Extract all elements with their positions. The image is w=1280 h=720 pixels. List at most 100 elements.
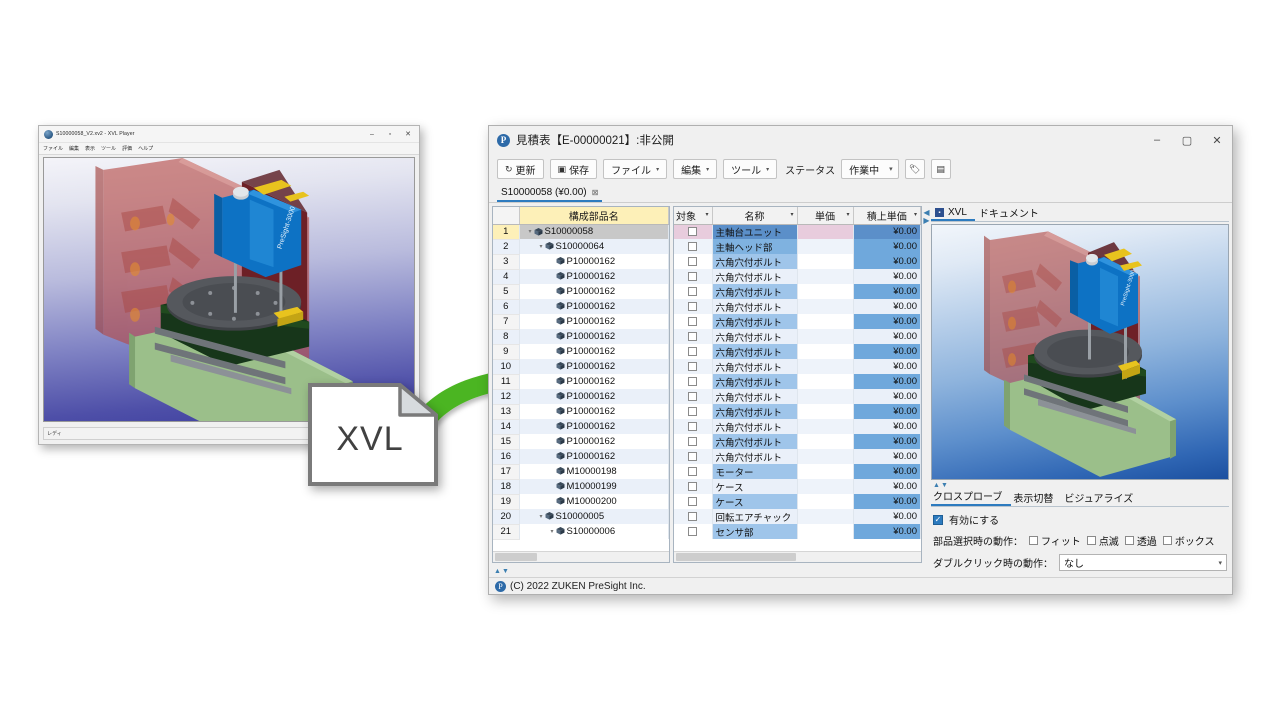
scrollbar-thumb[interactable] xyxy=(676,553,796,561)
sum-price-cell[interactable]: ¥0.00 xyxy=(853,239,921,254)
name-cell[interactable]: 六角穴付ボルト xyxy=(712,269,797,284)
name-cell[interactable]: 六角穴付ボルト xyxy=(712,344,797,359)
table-row[interactable]: 六角穴付ボルト ¥0.00 xyxy=(674,359,921,374)
name-cell[interactable]: 六角穴付ボルト xyxy=(712,389,797,404)
table-row[interactable]: 4P10000162 xyxy=(493,269,669,284)
target-checkbox[interactable] xyxy=(688,287,697,296)
table-row[interactable]: 15P10000162 xyxy=(493,434,669,449)
name-cell[interactable]: モーター xyxy=(712,464,797,479)
expand-right-icon[interactable]: ▶ xyxy=(923,217,929,224)
target-cell[interactable] xyxy=(674,299,712,314)
structure-part-name-cell[interactable]: P10000162 xyxy=(519,434,669,449)
status-dropdown[interactable]: 作業中 ▾ xyxy=(841,159,899,179)
name-cell[interactable]: 六角穴付ボルト xyxy=(712,434,797,449)
unit-price-cell[interactable] xyxy=(797,224,853,239)
table-row[interactable]: 六角穴付ボルト ¥0.00 xyxy=(674,269,921,284)
structure-part-name-cell[interactable]: P10000162 xyxy=(519,449,669,464)
structure-part-name-cell[interactable]: P10000162 xyxy=(519,389,669,404)
target-cell[interactable] xyxy=(674,254,712,269)
structure-part-name-cell[interactable]: P10000162 xyxy=(519,344,669,359)
row-number[interactable]: 5 xyxy=(493,284,519,299)
structure-part-name-cell[interactable]: M10000200 xyxy=(519,494,669,509)
structure-col-partname[interactable]: 構成部品名 xyxy=(519,207,669,224)
table-row[interactable]: 6P10000162 xyxy=(493,299,669,314)
structure-part-name-cell[interactable]: ▾S10000005 xyxy=(519,509,669,524)
table-row[interactable]: 9P10000162 xyxy=(493,344,669,359)
target-cell[interactable] xyxy=(674,269,712,284)
table-row[interactable]: 11P10000162 xyxy=(493,374,669,389)
table-row[interactable]: 六角穴付ボルト¥0.00 xyxy=(674,404,921,419)
name-cell[interactable]: 六角穴付ボルト xyxy=(712,314,797,329)
target-checkbox[interactable] xyxy=(688,467,697,476)
row-number[interactable]: 3 xyxy=(493,254,519,269)
sum-price-cell[interactable]: ¥0.00 xyxy=(853,314,921,329)
sum-price-cell[interactable]: ¥0.00 xyxy=(853,419,921,434)
target-checkbox[interactable] xyxy=(688,377,697,386)
target-checkbox[interactable] xyxy=(688,452,697,461)
tool-menu-button[interactable]: ツール ▾ xyxy=(723,159,777,179)
target-cell[interactable] xyxy=(674,449,712,464)
target-cell[interactable] xyxy=(674,509,712,524)
option-fit[interactable]: フィット xyxy=(1029,533,1081,548)
maximize-button[interactable]: ▢ xyxy=(1172,126,1202,154)
collapse-down-icon[interactable]: ▼ xyxy=(502,568,509,575)
table-row[interactable]: 7P10000162 xyxy=(493,314,669,329)
table-row[interactable]: 19M10000200 xyxy=(493,494,669,509)
table-row[interactable]: 六角穴付ボルト¥0.00 xyxy=(674,419,921,434)
table-row[interactable]: 2▾S10000064 xyxy=(493,239,669,254)
structure-part-name-cell[interactable]: P10000162 xyxy=(519,299,669,314)
sum-price-cell[interactable]: ¥0.00 xyxy=(853,269,921,284)
detail-col-unitprice[interactable]: 単価 xyxy=(797,207,853,224)
unit-price-cell[interactable] xyxy=(797,464,853,479)
row-number[interactable]: 19 xyxy=(493,494,519,509)
option-blink[interactable]: 点滅 xyxy=(1087,533,1119,548)
target-checkbox[interactable] xyxy=(688,512,697,521)
table-row[interactable]: 六角穴付ボルト ¥0.00 xyxy=(674,314,921,329)
minimize-icon[interactable]: – xyxy=(363,126,381,142)
table-row[interactable]: 8P10000162 xyxy=(493,329,669,344)
sum-price-cell[interactable]: ¥0.00 xyxy=(853,359,921,374)
menu-view[interactable]: 表示 xyxy=(85,145,95,152)
blink-checkbox[interactable] xyxy=(1087,536,1096,545)
table-row[interactable]: 1▾S10000058 xyxy=(493,224,669,239)
name-cell[interactable]: ケース xyxy=(712,479,797,494)
sum-price-cell[interactable]: ¥0.00 xyxy=(853,224,921,239)
unit-price-cell[interactable] xyxy=(797,359,853,374)
unit-price-cell[interactable] xyxy=(797,419,853,434)
unit-price-cell[interactable] xyxy=(797,254,853,269)
sum-price-cell[interactable]: ¥0.00 xyxy=(853,404,921,419)
target-checkbox[interactable] xyxy=(688,347,697,356)
row-number[interactable]: 16 xyxy=(493,449,519,464)
unit-price-cell[interactable] xyxy=(797,479,853,494)
unit-price-cell[interactable] xyxy=(797,239,853,254)
target-cell[interactable] xyxy=(674,389,712,404)
target-cell[interactable] xyxy=(674,494,712,509)
table-row[interactable]: 六角穴付ボルト¥0.00 xyxy=(674,449,921,464)
table-row[interactable]: 12P10000162 xyxy=(493,389,669,404)
unit-price-cell[interactable] xyxy=(797,329,853,344)
table-row[interactable]: 六角穴付ボルト¥0.00 xyxy=(674,374,921,389)
grid-resize-handles[interactable]: ▲ ▼ xyxy=(492,566,922,577)
table-row[interactable]: 六角穴付ボルト¥0.00 xyxy=(674,329,921,344)
close-tab-icon[interactable]: ⊠ xyxy=(592,188,599,197)
structure-part-name-cell[interactable]: M10000199 xyxy=(519,479,669,494)
structure-part-name-cell[interactable]: M10000198 xyxy=(519,464,669,479)
target-cell[interactable] xyxy=(674,404,712,419)
target-cell[interactable] xyxy=(674,374,712,389)
structure-part-name-cell[interactable]: P10000162 xyxy=(519,404,669,419)
unit-price-cell[interactable] xyxy=(797,494,853,509)
refresh-button[interactable]: ↻ 更新 xyxy=(497,159,544,179)
row-number[interactable]: 15 xyxy=(493,434,519,449)
row-number[interactable]: 10 xyxy=(493,359,519,374)
option-box[interactable]: ボックス xyxy=(1163,533,1215,548)
target-cell[interactable] xyxy=(674,464,712,479)
detail-col-target[interactable]: 対象 xyxy=(674,207,712,224)
name-cell[interactable]: 六角穴付ボルト xyxy=(712,359,797,374)
unit-price-cell[interactable] xyxy=(797,404,853,419)
target-checkbox[interactable] xyxy=(688,242,697,251)
row-number[interactable]: 9 xyxy=(493,344,519,359)
tab-xvl[interactable]: ▪ XVL xyxy=(931,207,975,221)
target-checkbox[interactable] xyxy=(688,437,697,446)
collapse-up-icon[interactable]: ▲ xyxy=(494,568,501,575)
name-cell[interactable]: 六角穴付ボルト xyxy=(712,329,797,344)
